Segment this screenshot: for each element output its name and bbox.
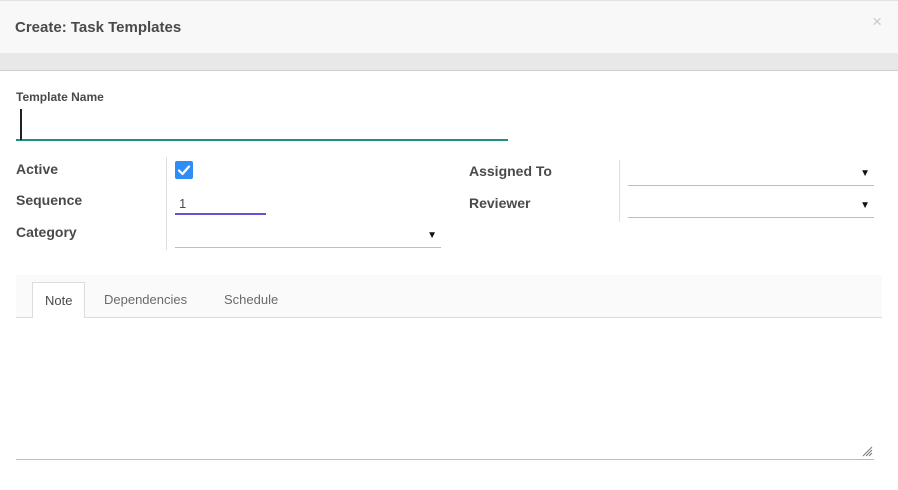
notebook-tabs: Note Dependencies Schedule (16, 275, 882, 319)
caret-down-icon: ▼ (860, 168, 870, 179)
template-name-label: Template Name (16, 90, 104, 104)
left-group-separator (166, 157, 167, 250)
assigned-to-label: Assigned To (469, 163, 552, 179)
modal-header: Create: Task Templates × (0, 0, 898, 53)
active-label: Active (16, 161, 59, 177)
sequence-input[interactable] (175, 193, 266, 215)
text-cursor (20, 109, 22, 140)
note-textarea[interactable] (16, 318, 874, 460)
checkmark-icon (177, 165, 191, 176)
sequence-label: Sequence (16, 192, 83, 208)
category-select[interactable]: ▼ (175, 225, 441, 248)
right-group-separator (619, 160, 620, 222)
category-label: Category (16, 224, 77, 240)
status-bar (0, 53, 898, 71)
caret-down-icon: ▼ (860, 200, 870, 211)
tab-note[interactable]: Note (32, 282, 86, 319)
tab-dependencies[interactable]: Dependencies (92, 282, 199, 318)
assigned-to-select[interactable]: ▼ (628, 163, 874, 186)
template-name-input[interactable] (16, 107, 508, 141)
resize-grip-icon[interactable] (861, 445, 873, 457)
modal-title: Create: Task Templates (15, 19, 182, 36)
reviewer-label: Reviewer (469, 195, 531, 211)
reviewer-select[interactable]: ▼ (628, 195, 874, 218)
caret-down-icon: ▼ (427, 230, 437, 241)
active-checkbox[interactable] (175, 161, 193, 179)
tab-schedule[interactable]: Schedule (212, 282, 290, 318)
close-icon[interactable]: × (872, 13, 882, 30)
